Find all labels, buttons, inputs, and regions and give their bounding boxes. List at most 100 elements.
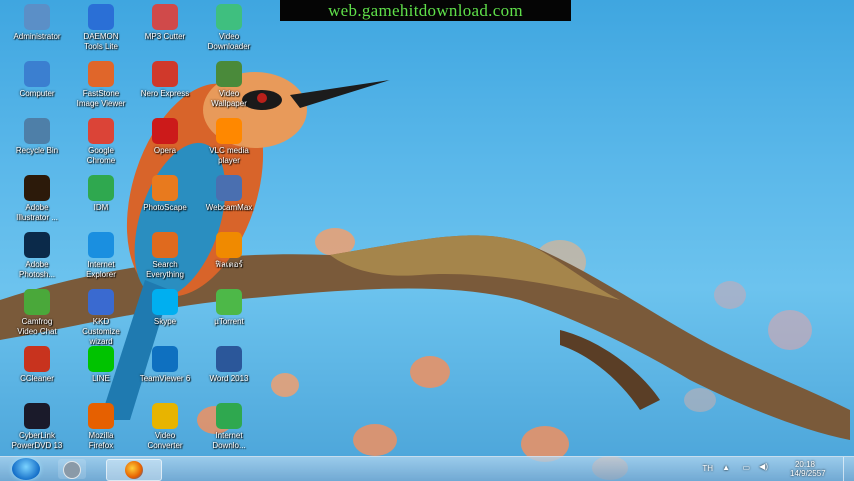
faststone-icon (88, 61, 114, 87)
utorrent-icon (216, 289, 242, 315)
language-indicator[interactable]: TH (702, 464, 713, 473)
desktop-icon[interactable]: Video Downloader (198, 4, 260, 52)
desktop-icon-label: IDM (93, 203, 109, 212)
desktop-icon[interactable]: Skype (134, 289, 196, 327)
taskbar-firefox[interactable] (106, 459, 162, 481)
network-icon[interactable]: ▭ (742, 463, 750, 472)
start-button[interactable] (12, 458, 40, 480)
line-icon (88, 346, 114, 372)
firefox-icon (88, 403, 114, 429)
desktop-icon[interactable]: Video Wallpaper (198, 61, 260, 109)
desktop-icon[interactable]: LINE (70, 346, 132, 384)
desktop-icon-label: Video Downloader (207, 32, 251, 51)
desktop-icon-label: Computer (19, 89, 55, 98)
desktop-icon[interactable]: Recycle Bin (6, 118, 68, 156)
desktop-icon-label: Adobe Photosh... (18, 260, 56, 279)
photoscape-icon (152, 175, 178, 201)
avast-icon (216, 232, 242, 258)
desktop-icon[interactable]: Internet Downlo... (198, 403, 260, 451)
firefox-icon (125, 461, 143, 479)
teamviewer-icon (152, 346, 178, 372)
desktop-icon-label: Word 2013 (209, 374, 249, 383)
desktop-icon-label: DAEMON Tools Lite (83, 32, 119, 51)
video-converter-icon (152, 403, 178, 429)
desktop-icon[interactable]: Nero Express (134, 61, 196, 99)
idm-icon (88, 175, 114, 201)
desktop-icon-label: CCleaner (20, 374, 54, 383)
desktop-icon-label: Recycle Bin (15, 146, 59, 155)
desktop-icon-label: Opera (153, 146, 177, 155)
desktop-icon-label: Mozilla Firefox (88, 431, 114, 450)
user-folder-icon (24, 4, 50, 30)
tray-expand-icon[interactable]: ▲ (722, 463, 730, 472)
show-desktop-button[interactable] (843, 457, 854, 481)
app-gray-icon (63, 461, 81, 479)
recycle-bin-icon (24, 118, 50, 144)
desktop-icon-label: ฟิลเตอร์ (215, 260, 243, 269)
clock[interactable]: 20:18 14/9/2557 (790, 460, 826, 478)
desktop-icon-label: Nero Express (140, 89, 190, 98)
desktop-icon[interactable]: ฟิลเตอร์ (198, 232, 260, 270)
clock-time: 20:18 (794, 460, 816, 469)
desktop-icon[interactable]: Internet Explorer (70, 232, 132, 280)
desktop-icon[interactable]: MP3 Cutter (134, 4, 196, 42)
taskbar-app-1[interactable] (58, 459, 86, 479)
desktop-icon-label: Skype (153, 317, 177, 326)
kkd-icon (88, 289, 114, 315)
opera-icon (152, 118, 178, 144)
scissors-icon (152, 4, 178, 30)
desktop-icon[interactable]: KKD Customize wizard (70, 289, 132, 347)
desktop-icon[interactable]: VLC media player (198, 118, 260, 166)
desktop-icon-label: TeamViewer 6 (139, 374, 191, 383)
desktop-icon[interactable]: Opera (134, 118, 196, 156)
desktop-icon[interactable]: Camfrog Video Chat (6, 289, 68, 337)
desktop-icon[interactable]: µTorrent (198, 289, 260, 327)
chrome-icon (88, 118, 114, 144)
desktop-icon-label: WebcamMax (205, 203, 253, 212)
desktop-icon-label: Internet Explorer (86, 260, 116, 279)
desktop-icon[interactable]: Administrator (6, 4, 68, 42)
desktop-icon[interactable]: WebcamMax (198, 175, 260, 213)
desktop-icon[interactable]: PhotoScape (134, 175, 196, 213)
website-banner: web.gamehitdownload.com (280, 0, 571, 21)
desktop-icon[interactable]: Mozilla Firefox (70, 403, 132, 451)
ie-icon (88, 232, 114, 258)
desktop-icon-label: Administrator (13, 32, 61, 41)
desktop-icon-label: MP3 Cutter (144, 32, 186, 41)
camfrog-icon (24, 289, 50, 315)
desktop-icon[interactable]: IDM (70, 175, 132, 213)
desktop-icon-label: VLC media player (209, 146, 249, 165)
illustrator-icon (24, 175, 50, 201)
desktop-icon-label: PhotoScape (143, 203, 187, 212)
photoshop-icon (24, 232, 50, 258)
desktop-icon[interactable]: DAEMON Tools Lite (70, 4, 132, 52)
computer-icon (24, 61, 50, 87)
desktop-icon[interactable]: Search Everything (134, 232, 196, 280)
desktop-icon[interactable]: Video Converter (134, 403, 196, 451)
volume-icon[interactable]: ◀) (759, 462, 768, 471)
video-downloader-icon (216, 4, 242, 30)
desktop-icon-label: Adobe Illustrator ... (16, 203, 58, 222)
desktop-icon[interactable]: Adobe Photosh... (6, 232, 68, 280)
desktop-icon-label: CyberLink PowerDVD 13 (11, 431, 63, 450)
desktop-icon-label: LINE (92, 374, 110, 383)
desktop-icon-label: KKD Customize wizard (82, 317, 120, 346)
webcam-icon (216, 175, 242, 201)
desktop-icon[interactable]: Word 2013 (198, 346, 260, 384)
search-icon (152, 232, 178, 258)
desktop-icon[interactable]: Computer (6, 61, 68, 99)
daemon-tools-icon (88, 4, 114, 30)
desktop-icon[interactable]: FastStone Image Viewer (70, 61, 132, 109)
desktop-icon[interactable]: CyberLink PowerDVD 13 (6, 403, 68, 451)
desktop-icon[interactable]: TeamViewer 6 (134, 346, 196, 384)
desktop-icon[interactable]: Adobe Illustrator ... (6, 175, 68, 223)
desktop-icon-label: Search Everything (146, 260, 184, 279)
ccleaner-icon (24, 346, 50, 372)
desktop-icon-label: Camfrog Video Chat (17, 317, 57, 336)
clock-date: 14/9/2557 (790, 469, 826, 478)
taskbar: TH ▲ ▭ ◀) 20:18 14/9/2557 (0, 456, 854, 481)
desktop-icon-label: Video Converter (147, 431, 183, 450)
word-icon (216, 346, 242, 372)
desktop-icon[interactable]: Google Chrome (70, 118, 132, 166)
desktop-icon[interactable]: CCleaner (6, 346, 68, 384)
